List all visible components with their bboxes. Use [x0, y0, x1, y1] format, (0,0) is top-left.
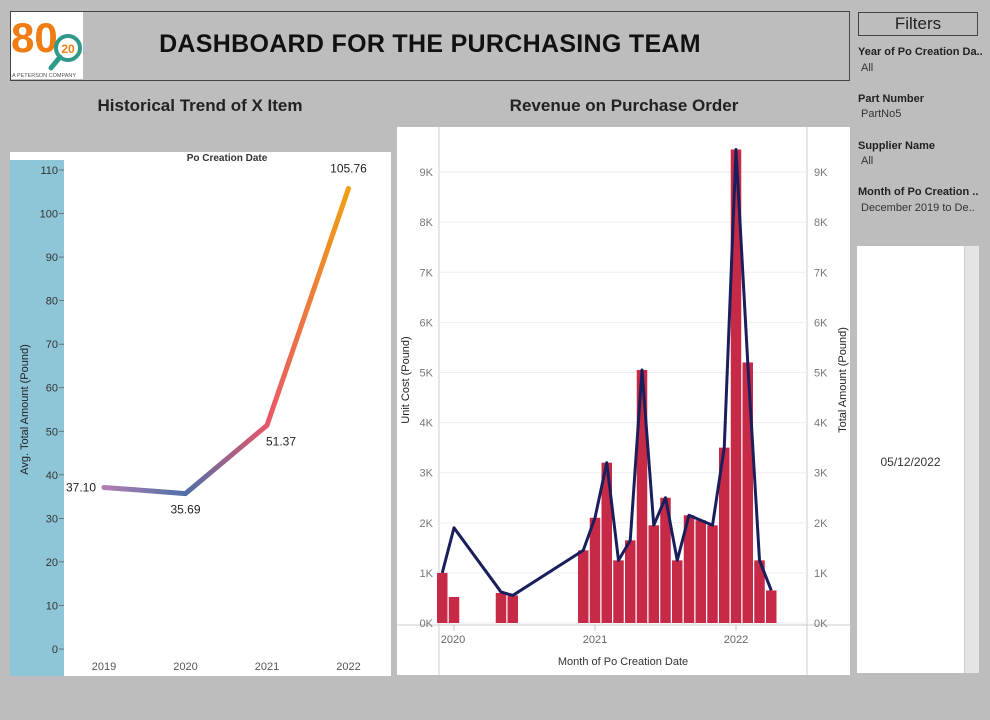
historical-trend-chart[interactable]: Po Creation Date 0 10 20 30 40 50 60 70 80 90 100 11… [10, 152, 391, 676]
chart-title-revenue: Revenue on Purchase Order [509, 96, 739, 115]
revenue-svg: 0K 0K 1K 1K 2K 2K 3K 3K 4K 4K 5K 5K 6K 6K 7K 7K 8K 8K 9K 9K… [397, 127, 850, 675]
date-card-value: 05/12/2022 [880, 455, 941, 469]
historical-trend-svg: Po Creation Date 0 10 20 30 40 50 60 70 80 90 100 11… [10, 153, 367, 676]
y-right-tick-label: 5K [814, 367, 828, 379]
y-right-tick-label: 9K [814, 167, 828, 179]
revenue-bar [695, 520, 706, 623]
company-logo: 80 20 A PETERSON COMPANY [11, 12, 83, 79]
y-left-axis-label: Unit Cost (Pound) [400, 336, 412, 423]
y-left-tick-label: 9K [420, 167, 434, 179]
y-tick-label: 40 [46, 470, 58, 482]
chart-title-historical-trend: Historical Trend of X Item [97, 96, 303, 115]
revenue-bar [448, 596, 460, 623]
y-tick-label: 60 [46, 383, 58, 395]
revenue-bar [437, 572, 448, 623]
y-tick-label: 0 [52, 644, 58, 656]
y-right-tick-label: 1K [814, 568, 828, 580]
y-left-tick-label: 6K [420, 317, 434, 329]
dashboard-title: DASHBOARD FOR THE PURCHASING TEAM [159, 30, 701, 58]
logo-small-number: 20 [61, 42, 75, 56]
y-right-tick-label: 2K [814, 518, 828, 530]
filter-value-year[interactable]: All [861, 62, 873, 74]
data-label: 35.69 [170, 503, 200, 517]
filters-title: Filters [858, 12, 978, 36]
x-tick-label: 2020 [173, 661, 197, 673]
x-tick-label: 2019 [92, 661, 116, 673]
y-tick-label: 20 [46, 557, 58, 569]
y-tick-label: 110 [40, 165, 58, 177]
y-tick-label: 10 [46, 600, 58, 612]
x-tick-label: 2022 [724, 634, 748, 646]
x-axis-label: Month of Po Creation Date [558, 656, 688, 668]
y-left-tick-label: 7K [420, 267, 434, 279]
revenue-bar [672, 560, 683, 623]
y-tick-label: 70 [46, 339, 58, 351]
revenue-bar [507, 595, 518, 623]
y-left-tick-label: 2K [420, 518, 434, 530]
filter-label-part-number: Part Number [858, 93, 925, 105]
revenue-bar [578, 550, 589, 623]
y-left-tick-label: 5K [420, 367, 434, 379]
filter-label-year: Year of Po Creation Da.. [858, 46, 983, 58]
y-left-tick-label: 8K [420, 217, 434, 229]
revenue-bar [495, 592, 507, 623]
y-right-tick-label: 8K [814, 217, 828, 229]
filter-label-month: Month of Po Creation .. [858, 186, 979, 198]
y-right-tick-label: 0K [814, 618, 828, 630]
data-label: 51.37 [266, 434, 296, 448]
revenue-bar [648, 525, 659, 623]
x-tick-label: 2022 [336, 661, 360, 673]
top-axis-label: Po Creation Date [187, 153, 268, 164]
data-label: 105.76 [330, 161, 367, 175]
logo-tagline: A PETERSON COMPANY [12, 73, 76, 79]
filter-label-supplier: Supplier Name [858, 140, 936, 152]
filter-value-month[interactable]: December 2019 to De.. [861, 202, 975, 214]
x-tick-label: 2021 [255, 661, 279, 673]
filter-value-part-number[interactable]: PartNo5 [861, 108, 901, 120]
y-tick-label: 50 [46, 426, 58, 438]
revenue-bar [613, 560, 624, 623]
filter-value-supplier[interactable]: All [861, 155, 873, 167]
trend-line [101, 185, 351, 497]
y-tick-label: 100 [40, 209, 58, 221]
y-left-tick-label: 0K [420, 618, 434, 630]
x-tick-label: 2020 [441, 634, 465, 646]
revenue-bar [766, 590, 777, 623]
y-left-tick-label: 4K [420, 418, 434, 430]
y-right-axis-label: Total Amount (Pound) [837, 327, 849, 433]
y-right-tick-label: 3K [814, 468, 828, 480]
y-left-tick-label: 3K [420, 468, 434, 480]
logo-number: 80 [11, 14, 58, 61]
y-right-tick-label: 6K [814, 317, 828, 329]
date-card-scrollbar[interactable] [964, 246, 979, 673]
y-right-tick-label: 7K [814, 267, 828, 279]
revenue-bar [589, 517, 601, 623]
y-left-tick-label: 1K [420, 568, 434, 580]
y-tick-label: 30 [46, 513, 58, 525]
x-tick-label: 2021 [583, 634, 607, 646]
y-right-tick-label: 4K [814, 418, 828, 430]
revenue-chart[interactable]: 0K 0K 1K 1K 2K 2K 3K 3K 4K 4K 5K 5K 6K 6K 7K 7K 8K 8K 9K 9K… [397, 127, 850, 675]
y-tick-label: 80 [46, 296, 58, 308]
revenue-bar [707, 525, 718, 623]
data-label: 37.10 [66, 480, 96, 494]
y-tick-label: 90 [46, 252, 58, 264]
revenue-bar [625, 540, 636, 623]
y-axis-label: Avg. Total Amount (Pound) [19, 344, 31, 474]
